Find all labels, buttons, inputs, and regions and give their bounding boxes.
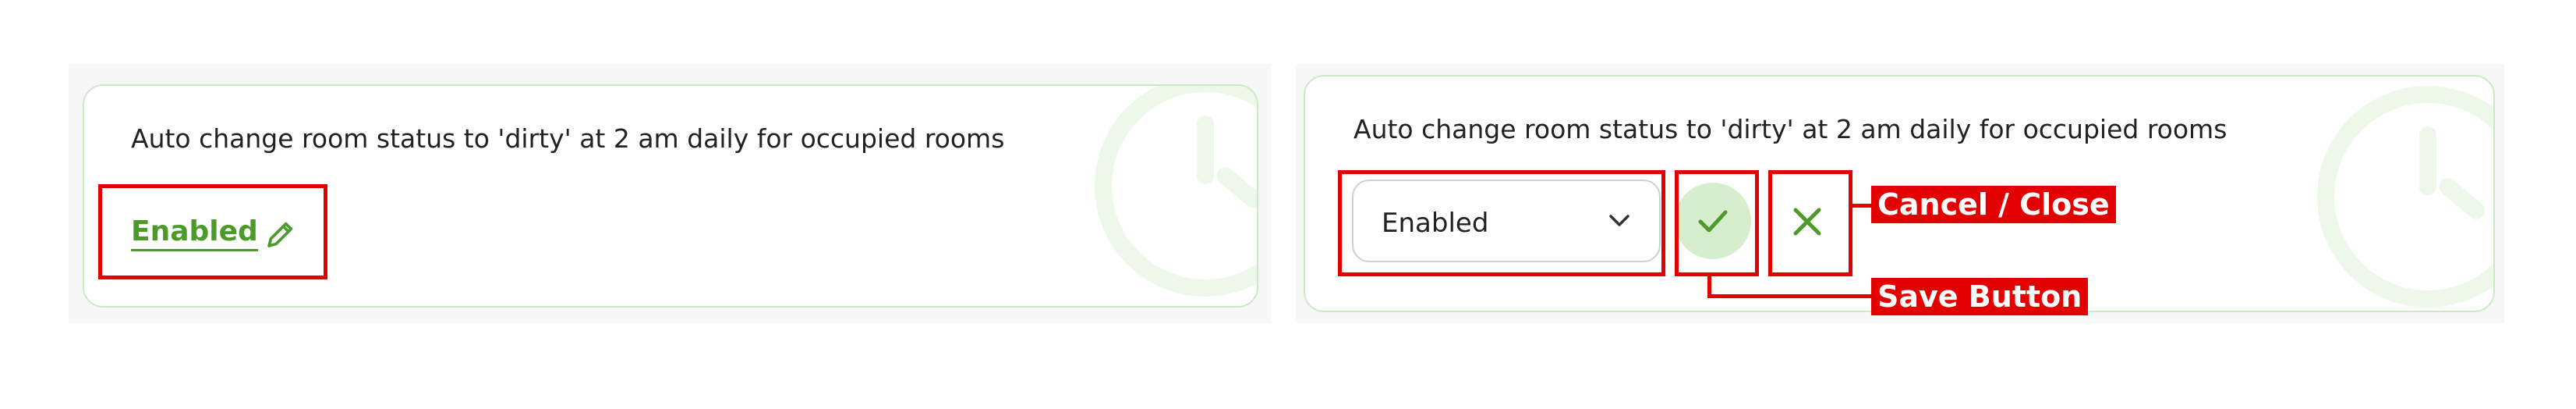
setting-description: Auto change room status to 'dirty' at 2 … — [131, 123, 1005, 154]
highlight-cancel — [1768, 170, 1852, 276]
highlight-select — [1338, 170, 1665, 276]
save-leader-horizontal — [1707, 294, 1871, 298]
highlight-enabled-view — [98, 184, 327, 279]
setting-description: Auto change room status to 'dirty' at 2 … — [1353, 114, 2227, 144]
save-callout: Save Button — [1871, 278, 2089, 315]
highlight-save — [1675, 170, 1759, 276]
clock-icon — [1095, 86, 1257, 297]
cancel-leader — [1852, 204, 1871, 208]
cancel-callout: Cancel / Close — [1871, 186, 2116, 223]
clock-icon — [2317, 86, 2493, 308]
